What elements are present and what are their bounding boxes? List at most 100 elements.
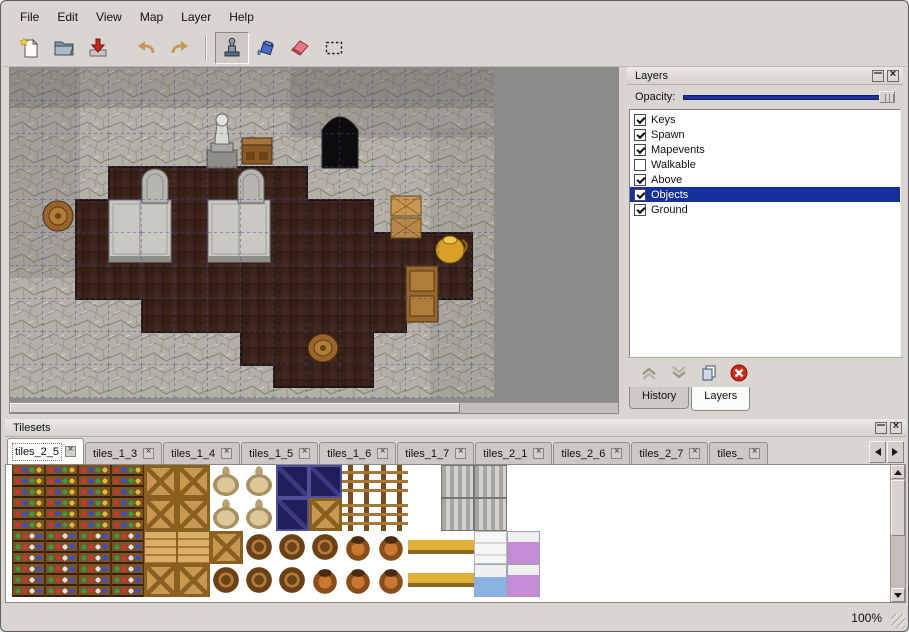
eraser-tool-button[interactable]: [283, 32, 317, 64]
redo-button[interactable]: [163, 32, 197, 64]
scroll-down-icon[interactable]: [891, 588, 905, 602]
menu-file[interactable]: File: [11, 7, 48, 27]
close-tab-icon[interactable]: [221, 448, 232, 459]
close-tab-icon[interactable]: [65, 446, 76, 457]
menu-view[interactable]: View: [87, 7, 131, 27]
close-tab-icon[interactable]: [455, 448, 466, 459]
panel-tab-layers[interactable]: Layers: [691, 387, 750, 411]
tile-white[interactable]: [507, 498, 540, 531]
tile-navy[interactable]: [276, 498, 309, 531]
opacity-slider-handle[interactable]: [879, 91, 895, 103]
tile-white[interactable]: [408, 465, 441, 498]
tile-sack[interactable]: [210, 498, 243, 531]
map-hscroll-thumb[interactable]: [10, 403, 460, 413]
opacity-slider[interactable]: [683, 90, 895, 104]
tile-shelf[interactable]: [12, 498, 45, 531]
close-tab-icon[interactable]: [299, 448, 310, 459]
tile-shelf[interactable]: [111, 465, 144, 498]
panel-tab-history[interactable]: History: [629, 387, 689, 409]
layer-row-walkable[interactable]: Walkable: [630, 157, 900, 172]
tileset-vertical-scrollbar[interactable]: [890, 465, 905, 602]
float-panel-icon[interactable]: [872, 70, 884, 82]
menu-help[interactable]: Help: [220, 7, 263, 27]
tile-crate[interactable]: [144, 498, 177, 531]
scroll-tabs-left-button[interactable]: [869, 441, 886, 463]
tile-bench[interactable]: [408, 564, 441, 597]
menu-map[interactable]: Map: [131, 7, 172, 27]
tile-shelf2[interactable]: [78, 564, 111, 597]
layer-visibility-checkbox[interactable]: [634, 204, 646, 216]
tileset-tab-tiles_1_4[interactable]: tiles_1_4: [163, 442, 240, 464]
tile-shelf2[interactable]: [12, 564, 45, 597]
tileset-tab-tiles_2_1[interactable]: tiles_2_1: [475, 442, 552, 464]
tile-pot[interactable]: [375, 564, 408, 597]
tile-pot[interactable]: [342, 564, 375, 597]
tile-shelf[interactable]: [78, 465, 111, 498]
tile-barrel[interactable]: [276, 564, 309, 597]
tile-sack[interactable]: [210, 465, 243, 498]
tile-bed-purple[interactable]: [507, 564, 540, 597]
tile-crate[interactable]: [144, 465, 177, 498]
tile-barrel[interactable]: [210, 564, 243, 597]
open-file-button[interactable]: [47, 32, 81, 64]
tile-ladder[interactable]: [342, 498, 375, 531]
layer-row-mapevents[interactable]: Mapevents: [630, 142, 900, 157]
tile-stone[interactable]: [441, 498, 474, 531]
tile-bench[interactable]: [441, 531, 474, 564]
tileset-tab-tiles_1_7[interactable]: tiles_1_7: [397, 442, 474, 464]
tile-pot[interactable]: [375, 531, 408, 564]
tile-ladder[interactable]: [375, 465, 408, 498]
layer-row-above[interactable]: Above: [630, 172, 900, 187]
layer-visibility-checkbox[interactable]: [634, 144, 646, 156]
layer-row-objects[interactable]: Objects: [630, 187, 900, 202]
stamp-tool-button[interactable]: [215, 32, 249, 64]
tile-barrel[interactable]: [243, 531, 276, 564]
close-tab-icon[interactable]: [533, 448, 544, 459]
tile-navy[interactable]: [276, 465, 309, 498]
tile-barrel[interactable]: [309, 531, 342, 564]
tile-stone[interactable]: [474, 465, 507, 498]
tile-shelf[interactable]: [45, 498, 78, 531]
save-file-button[interactable]: [81, 32, 115, 64]
tile-bed-purple[interactable]: [507, 531, 540, 564]
fill-tool-button[interactable]: [249, 32, 283, 64]
tile-bench[interactable]: [408, 531, 441, 564]
tile-white[interactable]: [507, 465, 540, 498]
tileset-vscroll-thumb[interactable]: [891, 480, 905, 536]
lower-layer-button[interactable]: [667, 362, 691, 384]
tile-stone[interactable]: [441, 465, 474, 498]
tile-shelf2[interactable]: [111, 564, 144, 597]
tile-crate[interactable]: [144, 564, 177, 597]
tile-bed-blue[interactable]: [474, 564, 507, 597]
layer-visibility-checkbox[interactable]: [634, 129, 646, 141]
close-tab-icon[interactable]: [689, 448, 700, 459]
tile-shelf[interactable]: [12, 465, 45, 498]
tile-shelf2[interactable]: [45, 531, 78, 564]
close-tab-icon[interactable]: [143, 448, 154, 459]
menu-edit[interactable]: Edit: [48, 7, 87, 27]
new-file-button[interactable]: [13, 32, 47, 64]
tileset-tab-tiles_2_6[interactable]: tiles_2_6: [553, 442, 630, 464]
tileset-tab-tiles_1_6[interactable]: tiles_1_6: [319, 442, 396, 464]
tile-barrel[interactable]: [276, 531, 309, 564]
close-tab-icon[interactable]: [611, 448, 622, 459]
layer-visibility-checkbox[interactable]: [634, 174, 646, 186]
tile-sack[interactable]: [243, 465, 276, 498]
close-tab-icon[interactable]: [749, 448, 760, 459]
tileset-tab-tiles_2_5[interactable]: tiles_2_5: [7, 438, 84, 464]
tile-shelf2[interactable]: [12, 531, 45, 564]
tile-shelf2[interactable]: [78, 531, 111, 564]
tileset-tab-tiles_[interactable]: tiles_: [709, 442, 768, 464]
layer-visibility-checkbox[interactable]: [634, 189, 646, 201]
layer-row-spawn[interactable]: Spawn: [630, 127, 900, 142]
tile-pot[interactable]: [342, 531, 375, 564]
resize-grip[interactable]: [891, 614, 905, 628]
tile-white[interactable]: [408, 498, 441, 531]
tile-crate[interactable]: [177, 465, 210, 498]
tile-shelf[interactable]: [111, 498, 144, 531]
layer-row-keys[interactable]: Keys: [630, 112, 900, 127]
tile-stone[interactable]: [474, 498, 507, 531]
tile-planks[interactable]: [177, 531, 210, 564]
scroll-up-icon[interactable]: [891, 465, 905, 479]
tile-ladder[interactable]: [342, 465, 375, 498]
